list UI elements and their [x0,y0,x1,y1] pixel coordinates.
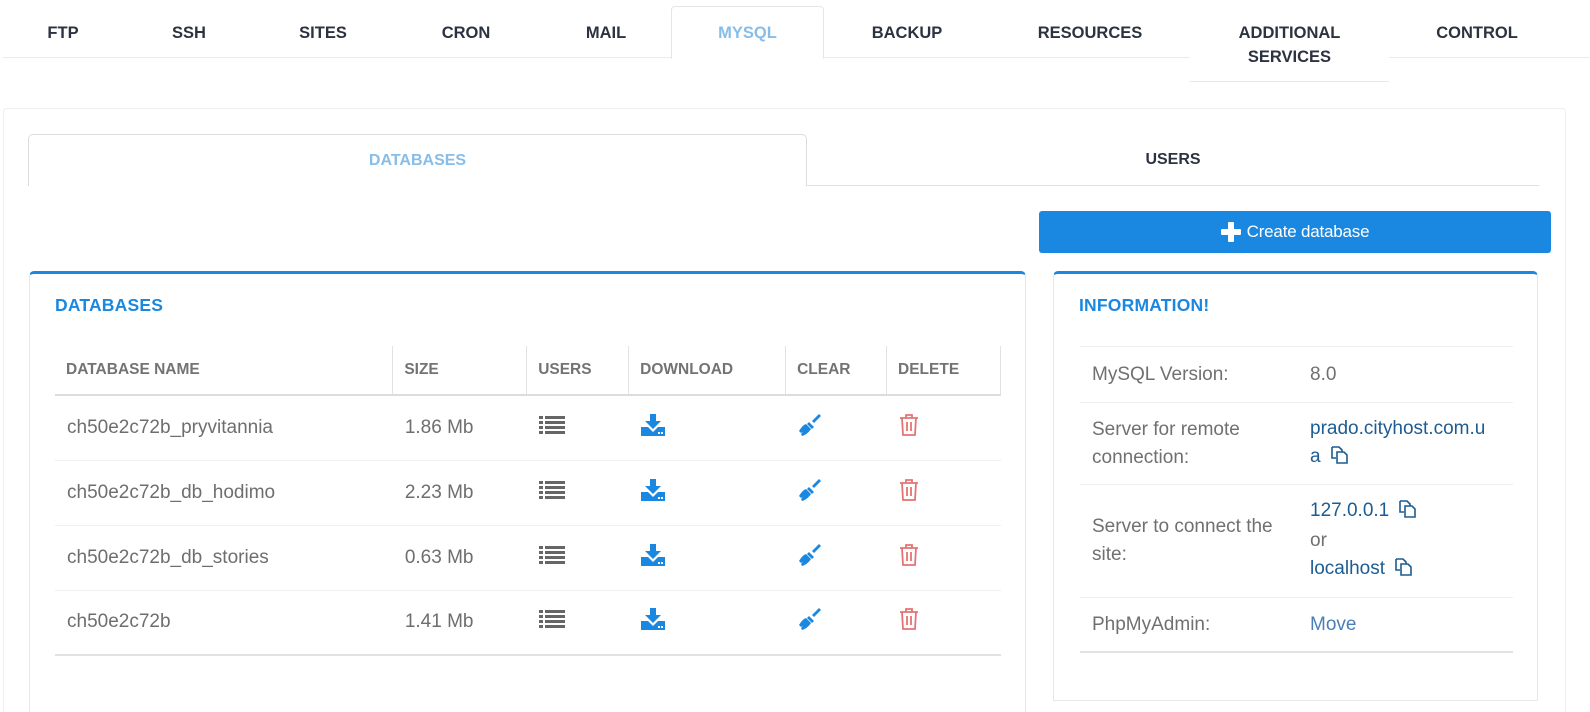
table-row: ch50e2c72b_db_stories 0.63 Mb [55,525,1001,591]
copy-icon[interactable] [1394,557,1413,585]
tab-additional-services[interactable]: ADDITIONAL SERVICES [1190,0,1389,82]
list-icon[interactable] [538,480,565,506]
databases-card: DATABASES DATABASE NAME SIZE USERS DOWNL… [29,271,1026,712]
tab-resources[interactable]: RESOURCES [990,0,1190,58]
tab-control[interactable]: CONTROL [1389,0,1565,58]
table-row: ch50e2c72b 1.41 Mb [55,590,1001,656]
table-header-row: DATABASE NAME SIZE USERS DOWNLOAD CLEAR … [55,346,1001,396]
broom-icon[interactable] [798,543,822,573]
download-icon[interactable] [640,608,665,636]
broom-icon[interactable] [798,413,822,443]
tab-sites[interactable]: SITES [255,0,391,58]
remote-server-label: Server for remote connection: [1092,418,1240,468]
subtab-users[interactable]: USERS [807,134,1539,186]
tab-mysql[interactable]: MYSQL [671,6,824,59]
information-card-title: INFORMATION! [1079,295,1210,315]
info-row-site-server: Server to connect the site: 127.0.0.1 or… [1080,485,1513,598]
col-header-download: DOWNLOAD [628,346,786,396]
mysql-version-value: 8.0 [1310,363,1337,385]
tab-mail[interactable]: MAIL [541,0,671,58]
col-header-clear: CLEAR [785,346,887,396]
create-database-button[interactable]: Create database [1039,211,1551,253]
database-name: ch50e2c72b_db_hodimo [55,460,393,526]
broom-icon[interactable] [798,478,822,508]
databases-table: DATABASE NAME SIZE USERS DOWNLOAD CLEAR … [55,346,1001,656]
databases-card-title: DATABASES [55,295,164,315]
database-name: ch50e2c72b_db_stories [55,525,393,591]
database-name: ch50e2c72b [55,590,393,656]
copy-icon[interactable] [1398,499,1417,527]
info-row-mysql-version: MySQL Version: 8.0 [1080,347,1513,403]
trash-icon[interactable] [899,478,919,507]
list-icon[interactable] [538,609,565,635]
database-name: ch50e2c72b_pryvitannia [55,395,393,461]
phpmyadmin-label: PhpMyAdmin: [1092,613,1211,635]
site-server-localhost[interactable]: localhost [1310,558,1385,579]
top-navigation: FTP SSH SITES CRON MAIL MYSQL BACKUP RES… [3,0,1590,82]
database-size: 1.41 Mb [392,590,527,656]
table-row: ch50e2c72b_db_hodimo 2.23 Mb [55,460,1001,526]
trash-icon[interactable] [899,413,919,442]
plus-icon [1220,222,1241,242]
information-card: INFORMATION! MySQL Version: 8.0 Server f… [1053,271,1538,701]
mysql-version-label: MySQL Version: [1092,363,1229,385]
site-server-ip[interactable]: 127.0.0.1 [1310,500,1389,521]
create-database-label: Create database [1246,222,1370,241]
subtab-databases[interactable]: DATABASES [28,134,807,186]
database-size: 1.86 Mb [392,395,527,461]
tab-cron[interactable]: CRON [391,0,541,58]
col-header-delete: DELETE [886,346,1001,396]
download-icon[interactable] [640,478,665,507]
copy-icon[interactable] [1330,445,1349,473]
or-text: or [1310,530,1327,551]
broom-icon[interactable] [798,607,822,637]
tab-ssh[interactable]: SSH [123,0,255,58]
table-row: ch50e2c72b_pryvitannia 1.86 Mb [55,395,1001,461]
col-header-size: SIZE [392,346,527,396]
download-icon[interactable] [640,543,665,572]
list-icon[interactable] [538,415,565,441]
sub-tabs: DATABASES USERS [28,134,1539,186]
trash-icon[interactable] [899,543,919,572]
tab-ftp[interactable]: FTP [3,0,123,58]
database-size: 0.63 Mb [392,525,527,591]
trash-icon[interactable] [899,608,919,636]
tab-backup[interactable]: BACKUP [824,0,990,58]
col-header-database-name: DATABASE NAME [55,346,393,396]
download-icon[interactable] [640,413,665,442]
site-server-label: Server to connect the site: [1092,516,1273,565]
database-size: 2.23 Mb [392,460,527,526]
info-row-phpmyadmin: PhpMyAdmin: Move [1080,598,1513,653]
phpmyadmin-link[interactable]: Move [1310,611,1513,639]
col-header-users: USERS [526,346,629,396]
list-icon[interactable] [538,545,565,571]
info-row-remote-server: Server for remote connection: prado.city… [1080,403,1513,485]
